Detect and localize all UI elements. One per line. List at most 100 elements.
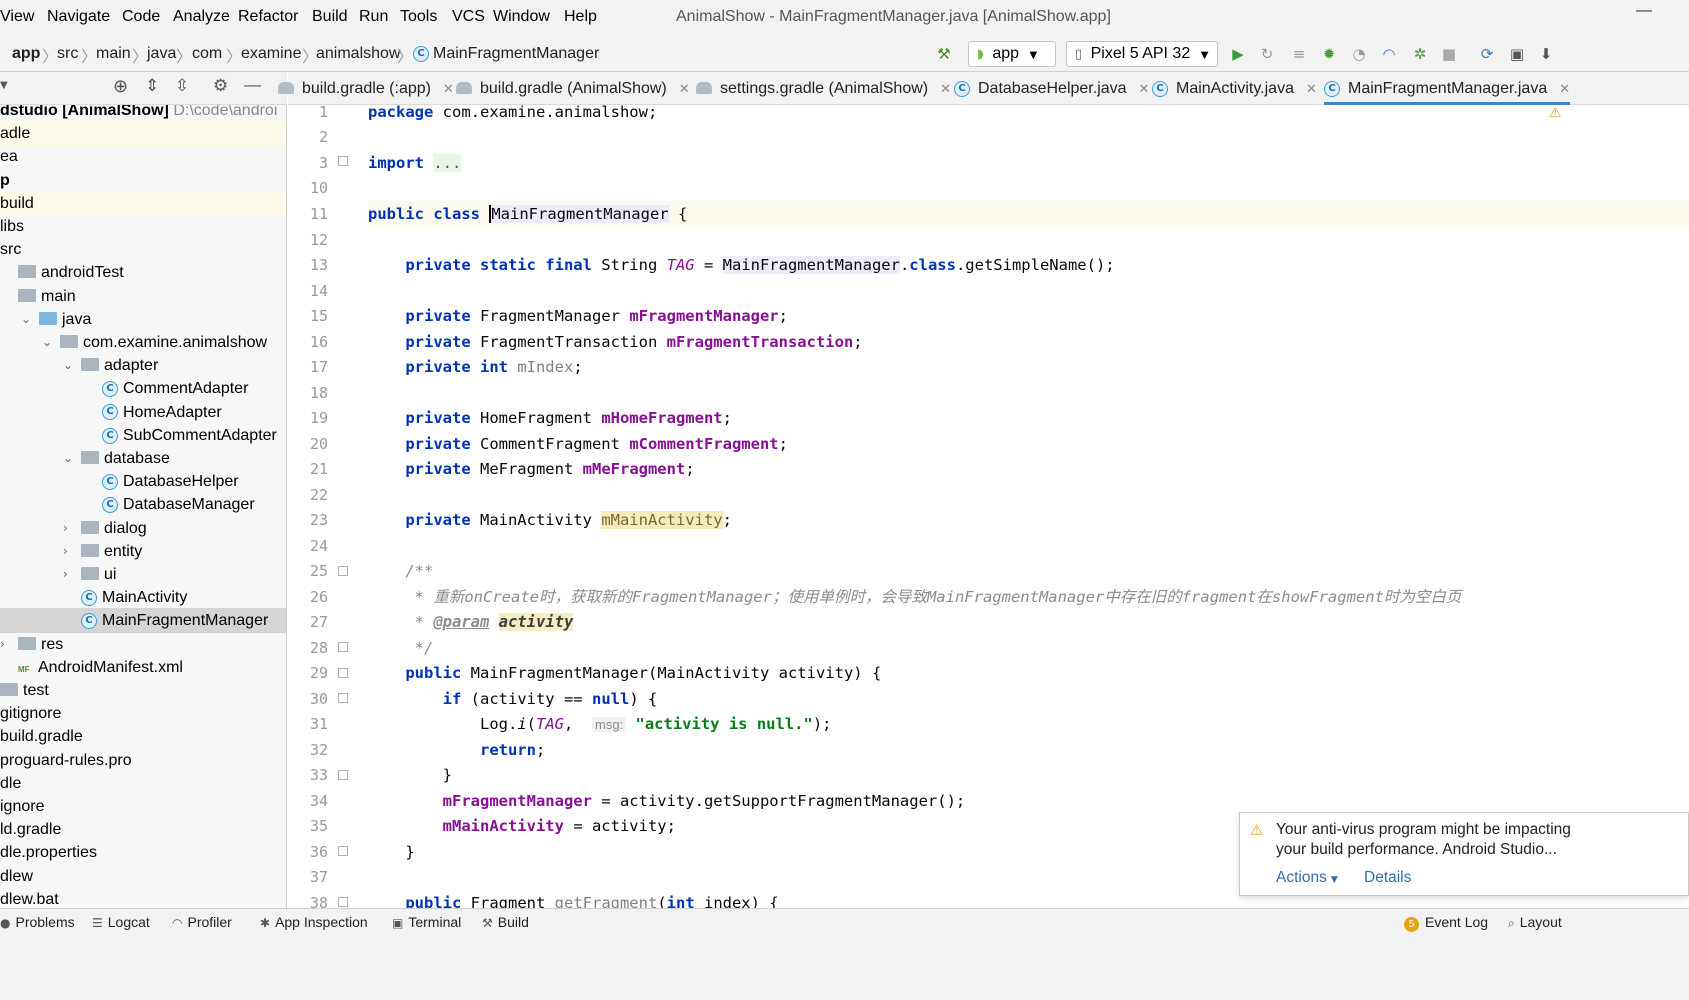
fold-marker[interactable] [338,642,348,652]
folded-imports[interactable]: ... [433,154,462,172]
tree-item[interactable]: src [0,237,286,262]
breadcrumb-animalshow[interactable]: animalshow [316,45,400,63]
actions-link[interactable]: Actions ▼ [1276,869,1338,887]
tree-item[interactable]: C MainFragmentManager [0,608,286,634]
close-icon[interactable]: ✕ [1139,82,1150,97]
chevron-down-icon[interactable]: ⌄ [63,446,73,471]
menu-refactor[interactable]: Refactor [238,8,298,26]
tree-item[interactable]: test [0,678,286,703]
tree-item[interactable]: MF AndroidManifest.xml [0,655,286,680]
chevron-down-icon[interactable]: ⌄ [42,330,52,355]
breadcrumb-examine[interactable]: examine [241,45,301,63]
chevron-right-icon[interactable]: › [63,516,68,541]
sdk-icon[interactable]: ⬇ [1537,45,1555,63]
warning-icon[interactable]: ⚠ [1549,105,1562,121]
device-select[interactable]: ▯ Pixel 5 API 32 ▼ [1066,41,1218,67]
tree-item[interactable]: C DatabaseManager [0,492,286,517]
rerun-icon[interactable]: ↻ [1258,45,1276,63]
chevron-right-icon[interactable]: › [0,632,5,657]
close-icon[interactable]: ✕ [1306,82,1317,97]
close-icon[interactable]: ✕ [443,82,454,97]
editor-tab[interactable]: C DatabaseHelper.java ✕ [954,72,1149,105]
tree-item[interactable]: C SubCommentAdapter [0,423,286,448]
profiler-button[interactable]: ◠ Profiler [172,914,232,930]
breadcrumb-java[interactable]: java [147,45,176,63]
stop-icon[interactable]: ■ [1440,45,1458,63]
breadcrumb-app[interactable]: app [12,45,40,63]
tree-item[interactable]: › ui [0,562,286,587]
close-icon[interactable]: ✕ [940,82,951,97]
tree-item[interactable]: ea [0,144,286,169]
debug-icon[interactable]: ✹ [1320,45,1338,63]
tree-item[interactable]: › res [0,632,286,657]
editor-tab[interactable]: C MainFragmentManager.java ✕ [1324,72,1571,105]
tree-item[interactable]: C DatabaseHelper [0,469,286,494]
chevron-down-icon[interactable]: ⌄ [63,353,73,378]
hide-panel-icon[interactable]: — [244,75,261,95]
tree-item[interactable]: ld.gradle [0,817,286,842]
locate-icon[interactable]: ⊕ [113,76,128,97]
editor-tab[interactable]: settings.gradle (AnimalShow) ✕ [696,72,951,105]
tree-item[interactable]: adle [0,121,286,147]
fold-marker[interactable] [338,693,348,703]
menu-view[interactable]: View [0,8,34,26]
tree-item[interactable]: build [0,190,286,216]
breadcrumb-class[interactable]: MainFragmentManager [433,45,599,63]
menu-tools[interactable]: Tools [400,8,437,26]
fold-marker[interactable] [338,770,348,780]
tree-item[interactable]: androidTest [0,260,286,285]
sync-icon[interactable]: ⟳ [1478,45,1496,63]
tree-item[interactable]: p [0,168,286,193]
problems-button[interactable]: ● Problems [0,914,75,930]
tree-item[interactable]: libs [0,214,286,239]
fold-marker[interactable] [338,566,348,576]
collapse-all-icon[interactable]: ⇳ [175,76,189,96]
chevron-down-icon[interactable]: ▼ [0,80,8,91]
menu-run[interactable]: Run [359,8,388,26]
terminal-button[interactable]: ▣ Terminal [392,914,461,930]
tree-item[interactable]: dlew [0,864,286,889]
app-inspection-button[interactable]: ✱ App Inspection [260,914,368,930]
logcat-button[interactable]: ☰ Logcat [92,914,150,930]
chevron-right-icon[interactable]: › [63,539,68,564]
tree-item[interactable]: build.gradle [0,724,286,749]
editor-tab[interactable]: C MainActivity.java ✕ [1152,72,1317,105]
menu-window[interactable]: Window [493,8,550,26]
close-icon[interactable]: ✕ [1559,82,1570,97]
tree-item[interactable]: dle.properties [0,840,286,865]
tree-item[interactable]: C CommentAdapter [0,376,286,401]
tree-item[interactable]: ignore [0,794,286,819]
run-config-select[interactable]: ◗ app ▼ [968,41,1056,67]
tree-item[interactable]: ⌄ com.examine.animalshow [0,330,286,355]
attach-icon[interactable]: ◔ [1350,45,1368,63]
chevron-down-icon[interactable]: ⌄ [21,307,31,332]
menu-code[interactable]: Code [122,8,160,26]
menu-navigate[interactable]: Navigate [47,8,110,26]
fold-marker[interactable] [338,897,348,907]
gear-icon[interactable]: ⚙ [213,76,228,96]
menu-analyze[interactable]: Analyze [173,8,230,26]
chevron-right-icon[interactable]: › [63,562,68,587]
run-icon[interactable]: ▶ [1229,45,1247,63]
expand-all-icon[interactable]: ⇕ [145,76,159,96]
debug-attach-icon[interactable]: ✲ [1411,45,1429,63]
tree-item[interactable]: › dialog [0,516,286,541]
avd-icon[interactable]: ▣ [1508,45,1526,63]
tree-item[interactable]: C HomeAdapter [0,400,286,425]
breadcrumb-main[interactable]: main [96,45,131,63]
breadcrumb-com[interactable]: com [192,45,222,63]
hammer-icon[interactable]: ⚒ [935,45,953,63]
tree-item[interactable]: ⌄ database [0,446,286,471]
tree-item[interactable]: gitignore [0,701,286,726]
tree-item[interactable]: ⌄ java [0,307,286,332]
editor-tab[interactable]: build.gradle (AnimalShow) ✕ [456,72,690,105]
tree-item[interactable]: dle [0,771,286,796]
details-link[interactable]: Details [1364,869,1411,887]
tree-item[interactable]: ⌄ adapter [0,353,286,378]
fold-marker[interactable] [338,156,348,166]
tree-item[interactable]: › entity [0,539,286,564]
tree-item[interactable]: C MainActivity [0,585,286,610]
apply-changes-icon[interactable]: ≡ [1290,45,1308,63]
minimize-button[interactable]: — [1636,2,1652,20]
profile-icon[interactable]: ◠ [1380,45,1398,63]
